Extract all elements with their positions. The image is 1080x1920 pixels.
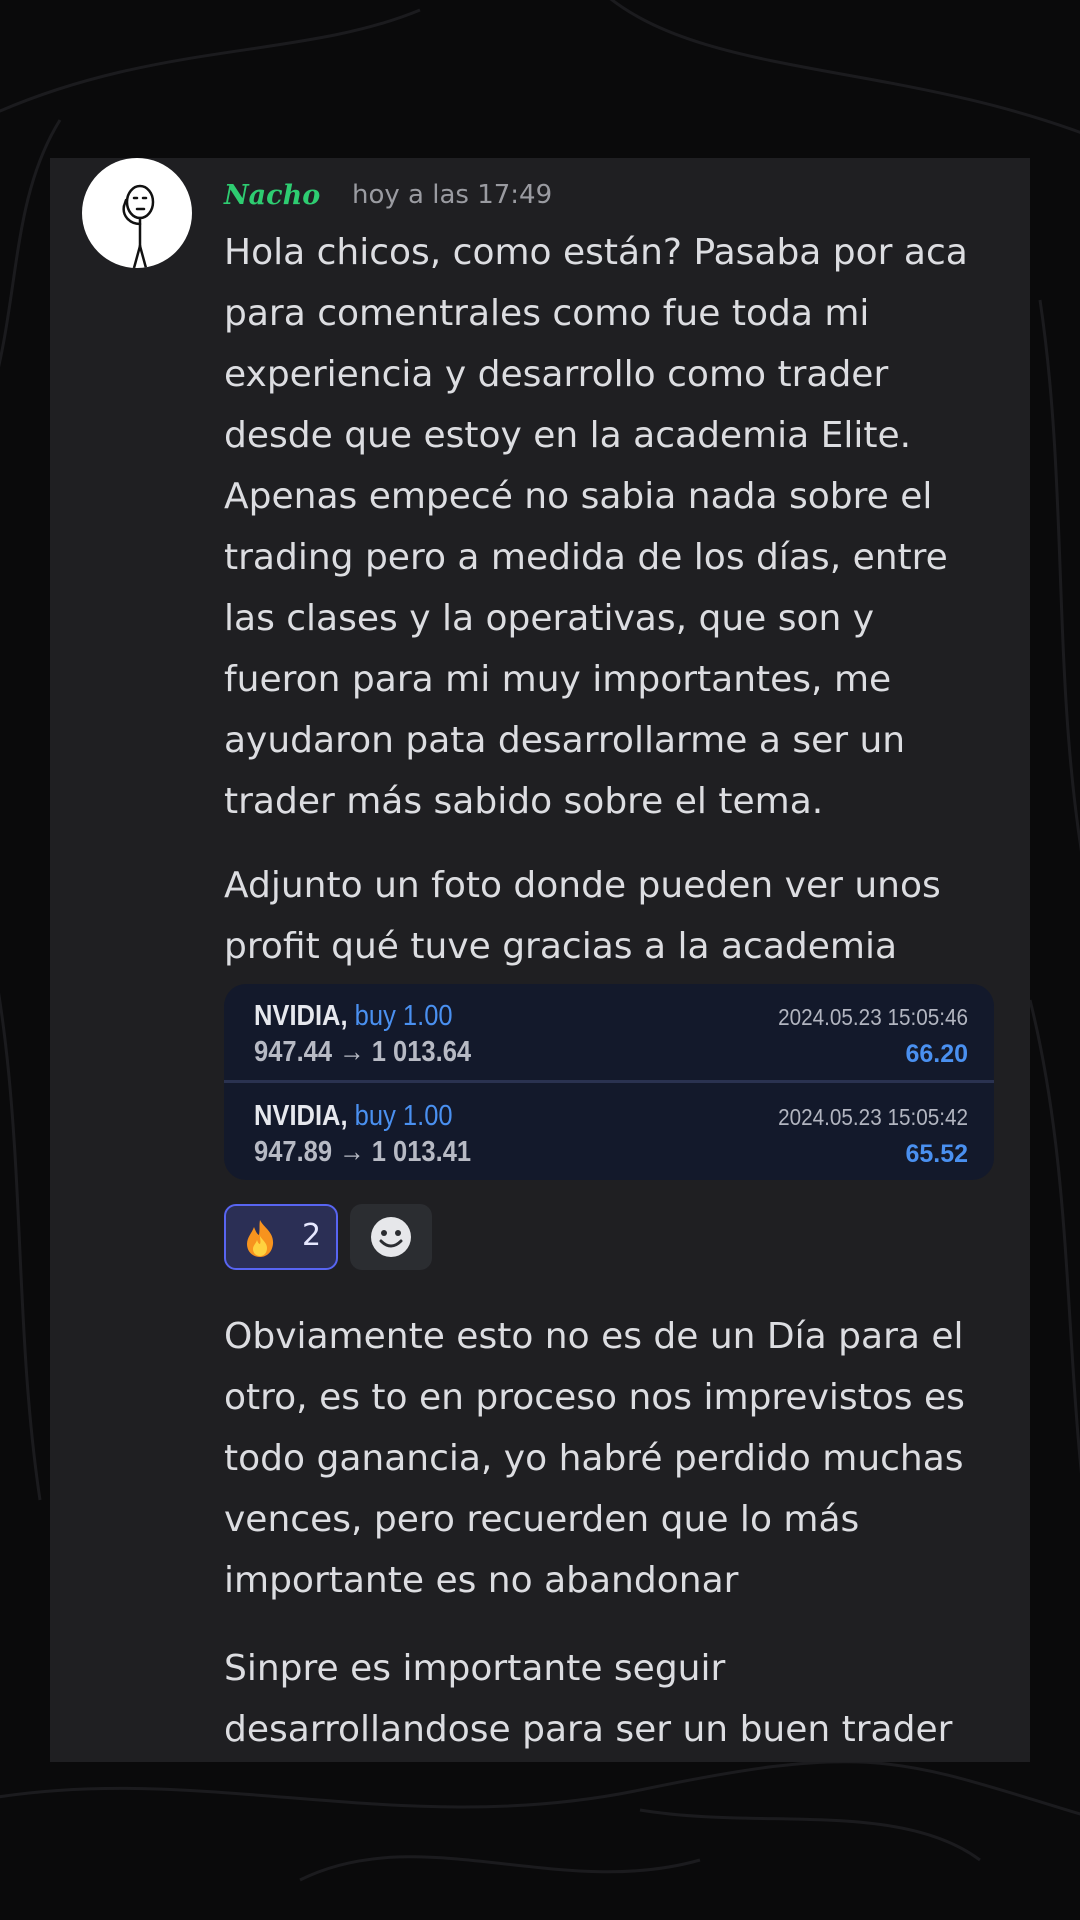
message-line: vences, pero recuerden que lo más <box>224 1499 860 1540</box>
message-line: otro, es to en proceso nos imprevistos e… <box>224 1377 965 1418</box>
username[interactable]: Nacho <box>224 180 320 211</box>
avatar[interactable] <box>82 158 192 268</box>
message-paragraph-2: Adjunto un foto donde pueden ver unos pr… <box>224 855 1024 977</box>
message-line: fueron para mi muy importantes, me <box>224 659 892 700</box>
message-line: ayudaron pata desarrollarme a ser un <box>224 720 906 761</box>
trade-symbol: NVIDIA, <box>254 1100 348 1132</box>
trade-action: buy 1.00 <box>354 1100 453 1132</box>
trade-history-image[interactable]: NVIDIA, buy 1.00 947.44 → 1 013.64 2024.… <box>224 984 994 1180</box>
trade-action: buy 1.00 <box>354 1000 453 1032</box>
trade-datetime: 2024.05.23 15:05:46 <box>778 1004 968 1030</box>
trade-divider <box>224 1080 994 1083</box>
message-card: Nacho hoy a las 17:49 Hola chicos, como … <box>50 158 1030 1762</box>
message-line: todo ganancia, yo habré perdido muchas <box>224 1438 964 1479</box>
message-line: importante es no abandonar <box>224 1560 739 1601</box>
message-paragraph-4: Sinpre es importante seguir desarrolland… <box>224 1638 1024 1760</box>
message-line: desarrollandose para ser un buen trader <box>224 1709 953 1750</box>
trade-profit: 65.52 <box>905 1140 968 1168</box>
message-line: experiencia y desarrollo como trader <box>224 354 889 395</box>
trade-prices: 947.89 → 1 013.41 <box>254 1136 472 1168</box>
trade-datetime: 2024.05.23 15:05:42 <box>778 1104 968 1130</box>
add-reaction-button[interactable] <box>350 1204 432 1270</box>
message-line: trading pero a medida de los días, entre <box>224 537 948 578</box>
message-line: las clases y la operativas, que son y <box>224 598 875 639</box>
reaction-fire-button[interactable]: 2 <box>224 1204 338 1270</box>
message-line: para comentrales como fue toda mi <box>224 293 870 334</box>
trade-row: NVIDIA, buy 1.00 947.44 → 1 013.64 2024.… <box>224 984 994 1080</box>
smiley-add-reaction-icon <box>371 1217 411 1257</box>
message-line: Hola chicos, como están? Pasaba por aca <box>224 232 968 273</box>
message-line: trader más sabido sobre el tema. <box>224 781 824 822</box>
stick-figure-avatar-icon <box>122 184 155 268</box>
reaction-count: 2 <box>302 1218 322 1253</box>
trade-symbol: NVIDIA, <box>254 1000 348 1032</box>
message-line: profit qué tuve gracias a la academia <box>224 926 898 967</box>
message-line: Sinpre es importante seguir <box>224 1648 726 1689</box>
trade-prices: 947.44 → 1 013.64 <box>254 1036 472 1068</box>
trade-profit: 66.20 <box>905 1040 968 1068</box>
message-paragraph-1: Hola chicos, como están? Pasaba por aca … <box>224 222 1024 832</box>
message-line: desde que estoy en la academia Elite. <box>224 415 912 456</box>
message-line: Adjunto un foto donde pueden ver unos <box>224 865 941 906</box>
message-line: Apenas empecé no sabia nada sobre el <box>224 476 933 517</box>
message-line: Obviamente esto no es de un Día para el <box>224 1316 964 1357</box>
message-timestamp: hoy a las 17:49 <box>352 180 553 210</box>
fire-emoji-icon <box>247 1220 274 1257</box>
trade-row: NVIDIA, buy 1.00 947.89 → 1 013.41 2024.… <box>224 1084 994 1180</box>
message-paragraph-3: Obviamente esto no es de un Día para el … <box>224 1306 1024 1611</box>
